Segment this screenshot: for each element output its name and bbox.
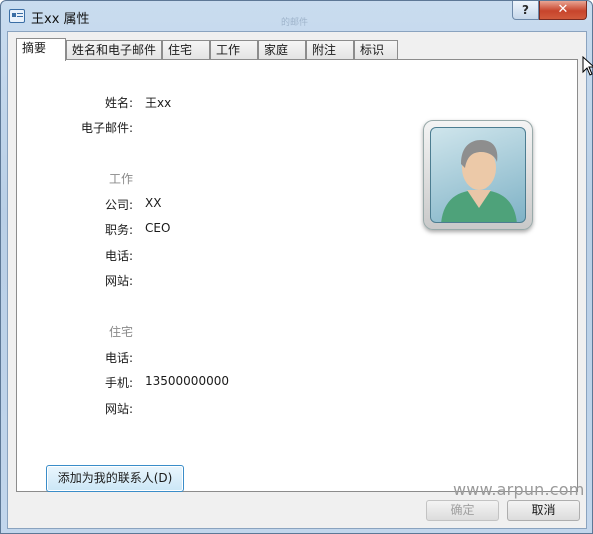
dialog-client: 摘要 姓名和电子邮件 住宅 工作 家庭 附注 标识 姓名: 王xx 电子邮件: … bbox=[7, 31, 587, 529]
tab-summary[interactable]: 摘要 bbox=[16, 38, 66, 61]
help-button[interactable]: ? bbox=[512, 1, 539, 20]
tab-home[interactable]: 住宅 bbox=[162, 40, 210, 60]
name-label: 姓名: bbox=[104, 96, 133, 110]
title-bar[interactable]: 王xx 属性 的邮件 ? ✕ bbox=[1, 1, 592, 31]
company-label: 公司: bbox=[104, 198, 133, 212]
contact-avatar-icon bbox=[430, 127, 526, 223]
ok-button[interactable]: 确定 bbox=[426, 500, 499, 521]
mobile-value: 13500000000 bbox=[145, 374, 229, 388]
home-phone-label: 电话: bbox=[104, 351, 133, 365]
tab-work[interactable]: 工作 bbox=[210, 40, 258, 60]
company-value: XX bbox=[145, 196, 162, 210]
cancel-button[interactable]: 取消 bbox=[507, 500, 580, 521]
add-to-contacts-button[interactable]: 添加为我的联系人(D) bbox=[46, 465, 184, 492]
tab-notes[interactable]: 附注 bbox=[306, 40, 354, 60]
tab-family[interactable]: 家庭 bbox=[258, 40, 306, 60]
mobile-label: 手机: bbox=[104, 376, 133, 390]
work-section-heading: 工作 bbox=[108, 172, 133, 186]
tab-ids[interactable]: 标识 bbox=[354, 40, 398, 60]
home-section-heading: 住宅 bbox=[108, 325, 133, 339]
job-title-label: 职务: bbox=[104, 223, 133, 237]
background-window-title: 的邮件 bbox=[281, 18, 309, 28]
properties-window: 王xx 属性 的邮件 ? ✕ 摘要 姓名和电子邮件 住宅 工作 家庭 附注 标识… bbox=[0, 0, 593, 534]
tab-name-email[interactable]: 姓名和电子邮件 bbox=[66, 40, 162, 60]
contact-avatar[interactable] bbox=[423, 120, 533, 230]
contact-card-icon bbox=[9, 9, 25, 23]
work-phone-label: 电话: bbox=[104, 249, 133, 263]
job-title-value: CEO bbox=[145, 221, 171, 235]
mouse-cursor-icon bbox=[582, 56, 593, 76]
email-label: 电子邮件: bbox=[80, 121, 133, 135]
close-button[interactable]: ✕ bbox=[539, 1, 587, 20]
work-website-label: 网站: bbox=[104, 274, 133, 288]
window-title: 王xx 属性 bbox=[31, 12, 90, 27]
home-website-label: 网站: bbox=[104, 402, 133, 416]
name-value: 王xx bbox=[145, 96, 172, 110]
summary-panel: 姓名: 王xx 电子邮件: 工作 公司: XX 职务: CEO 电话: 网站: … bbox=[16, 59, 578, 492]
watermark-text: www.arpun.com bbox=[453, 480, 585, 499]
